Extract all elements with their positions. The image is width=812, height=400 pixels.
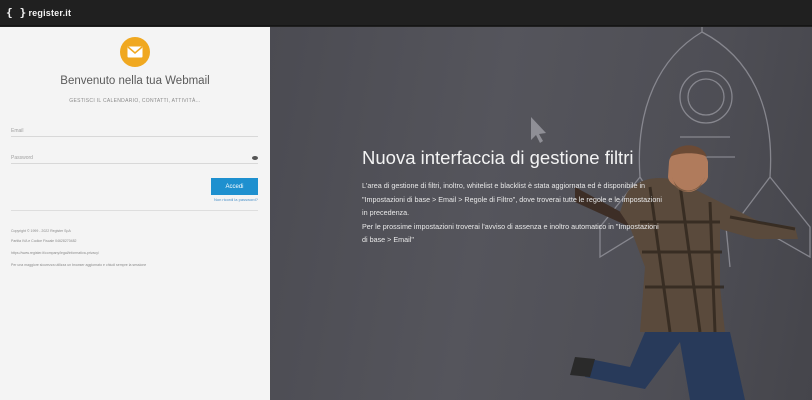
promo-line: in precedenza. <box>362 208 410 217</box>
security-note: Per una maggiore sicurezza utilizza un b… <box>11 263 147 267</box>
promo-headline: Nuova interfaccia di gestione filtri <box>362 147 634 168</box>
vat-text: Partita IVA e Codice Fiscale 04628270482 <box>11 239 77 243</box>
promo-line: L'area di gestione di filtri, inoltro, w… <box>362 181 646 190</box>
divider <box>11 210 258 211</box>
promo-line: Per le prossime impostazioni troverai l'… <box>362 221 659 231</box>
email-field[interactable] <box>11 128 241 134</box>
password-field-wrap <box>11 150 258 164</box>
email-field-wrap <box>11 123 258 137</box>
welcome-subtitle: GESTISCI IL CALENDARIO, CONTATTI, ATTIVI… <box>69 98 201 104</box>
promo-line: "Impostazioni di base > Email > Regole d… <box>362 194 662 204</box>
eye-icon[interactable] <box>252 156 258 160</box>
envelope-icon <box>120 37 150 67</box>
copyright-text: Copyright © 1999 - 2022 Register SpA <box>11 229 71 233</box>
promo-body: L'area di gestione di filtri, inoltro, w… <box>362 179 747 247</box>
top-bar: { } register.it <box>0 0 812 26</box>
password-field[interactable] <box>11 155 241 161</box>
logo-text: register.it <box>28 7 72 18</box>
promo-panel: Nuova interfaccia di gestione filtri L'a… <box>270 27 812 400</box>
promo-line: di base > Email" <box>362 235 414 244</box>
login-panel: Benvenuto nella tua Webmail GESTISCI IL … <box>0 27 270 400</box>
privacy-link[interactable]: https://www.register.it/company/legal/in… <box>11 251 99 255</box>
cursor-icon <box>531 117 546 143</box>
login-button[interactable]: Accedi <box>211 178 258 195</box>
welcome-title: Benvenuto nella tua Webmail <box>60 75 210 87</box>
register-logo[interactable]: { } register.it <box>6 6 71 19</box>
forgot-password-link[interactable]: Non ricordi la password? <box>150 197 258 202</box>
